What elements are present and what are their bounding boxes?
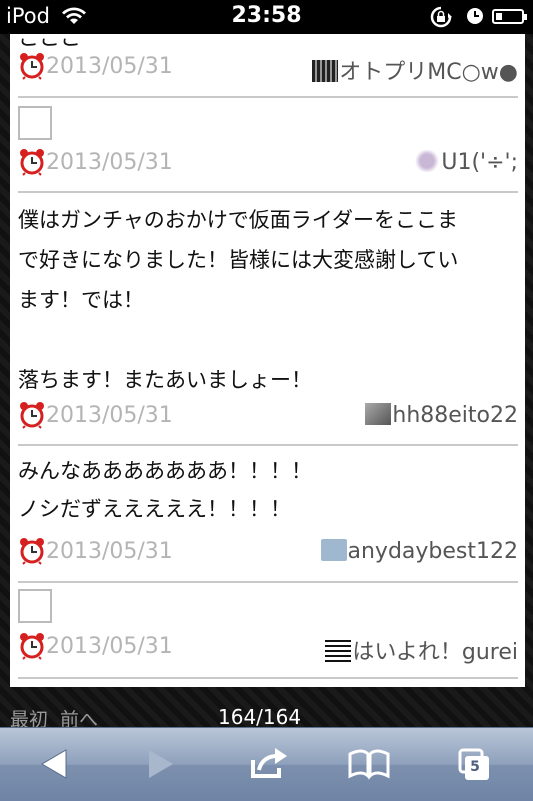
post-message: 僕はガンチャのおかけで仮面ライダーをここま で好きになりました！皆様には大変感謝… xyxy=(18,208,459,392)
back-arrow-icon xyxy=(41,749,67,779)
tabs-button[interactable]: 5 xyxy=(452,742,502,786)
post-user[interactable]: hh88eito22 xyxy=(365,403,518,428)
alarm-status-icon xyxy=(467,8,483,24)
post-meta: 2013/05/31 U1('÷'; xyxy=(18,148,518,178)
post-date: 2013/05/31 xyxy=(46,539,173,564)
post-image-placeholder[interactable] xyxy=(18,589,52,623)
alarm-clock-icon xyxy=(20,538,44,565)
divider xyxy=(18,581,518,583)
status-bar: iPod 23:58 xyxy=(0,0,533,34)
alarm-clock-icon xyxy=(20,53,44,80)
post-image-placeholder[interactable] xyxy=(18,106,52,140)
post-username: anydaybest122 xyxy=(347,539,519,564)
forward-button[interactable] xyxy=(135,742,185,786)
battery-icon xyxy=(492,9,527,24)
share-button[interactable] xyxy=(243,742,293,786)
post-user[interactable]: U1('÷'; xyxy=(414,150,518,175)
post-date: 2013/05/31 xyxy=(46,634,173,659)
post-meta: 2013/05/31 はいよれ！gurei xyxy=(18,632,518,665)
bookmarks-icon xyxy=(348,749,390,780)
post-date: 2013/05/31 xyxy=(46,54,173,79)
post-meta: 2013/05/31 hh88eito22 xyxy=(18,401,518,431)
post-user[interactable]: anydaybest122 xyxy=(320,539,519,564)
rotation-lock-icon xyxy=(430,6,452,28)
post-date: 2013/05/31 xyxy=(46,403,173,428)
avatar xyxy=(325,640,352,662)
post-username: hh88eito22 xyxy=(392,403,518,428)
avatar xyxy=(365,403,392,425)
share-icon xyxy=(251,748,287,778)
post-username: はいよれ！gurei xyxy=(352,640,518,665)
bookmarks-button[interactable] xyxy=(344,742,394,786)
back-button[interactable] xyxy=(30,742,80,786)
avatar xyxy=(320,539,347,561)
divider xyxy=(18,96,518,98)
avatar xyxy=(414,150,441,172)
alarm-clock-icon xyxy=(20,149,44,176)
pagination: 最初 前へ 164/164 xyxy=(0,705,533,731)
truncated-text: こここ xyxy=(18,34,81,50)
alarm-clock-icon xyxy=(20,633,44,660)
page-count: 164/164 xyxy=(218,705,302,729)
tab-count: 5 xyxy=(470,759,480,775)
alarm-clock-icon xyxy=(20,402,44,429)
post-list[interactable]: こここ 2013/05/31 オトプリMC○w● 2013/05/31 U1('… xyxy=(10,34,525,687)
browser-toolbar: 5 xyxy=(0,727,533,801)
post-user[interactable]: オトプリMC○w● xyxy=(312,54,518,86)
post-message: みんなあああああああ！！！！ ノシだずえええええ！！！！ xyxy=(18,459,312,521)
divider xyxy=(18,444,518,446)
post-meta: 2013/05/31 anydaybest122 xyxy=(18,537,518,567)
post-date: 2013/05/31 xyxy=(46,150,173,175)
post-username: オトプリMC○w● xyxy=(339,60,518,85)
forward-arrow-icon xyxy=(149,750,173,778)
divider xyxy=(18,677,518,679)
avatar xyxy=(312,60,339,82)
post-meta: 2013/05/31 オトプリMC○w● xyxy=(18,52,518,85)
post-user[interactable]: はいよれ！gurei xyxy=(325,634,518,666)
post-username: U1('÷'; xyxy=(441,150,518,175)
divider xyxy=(18,191,518,193)
